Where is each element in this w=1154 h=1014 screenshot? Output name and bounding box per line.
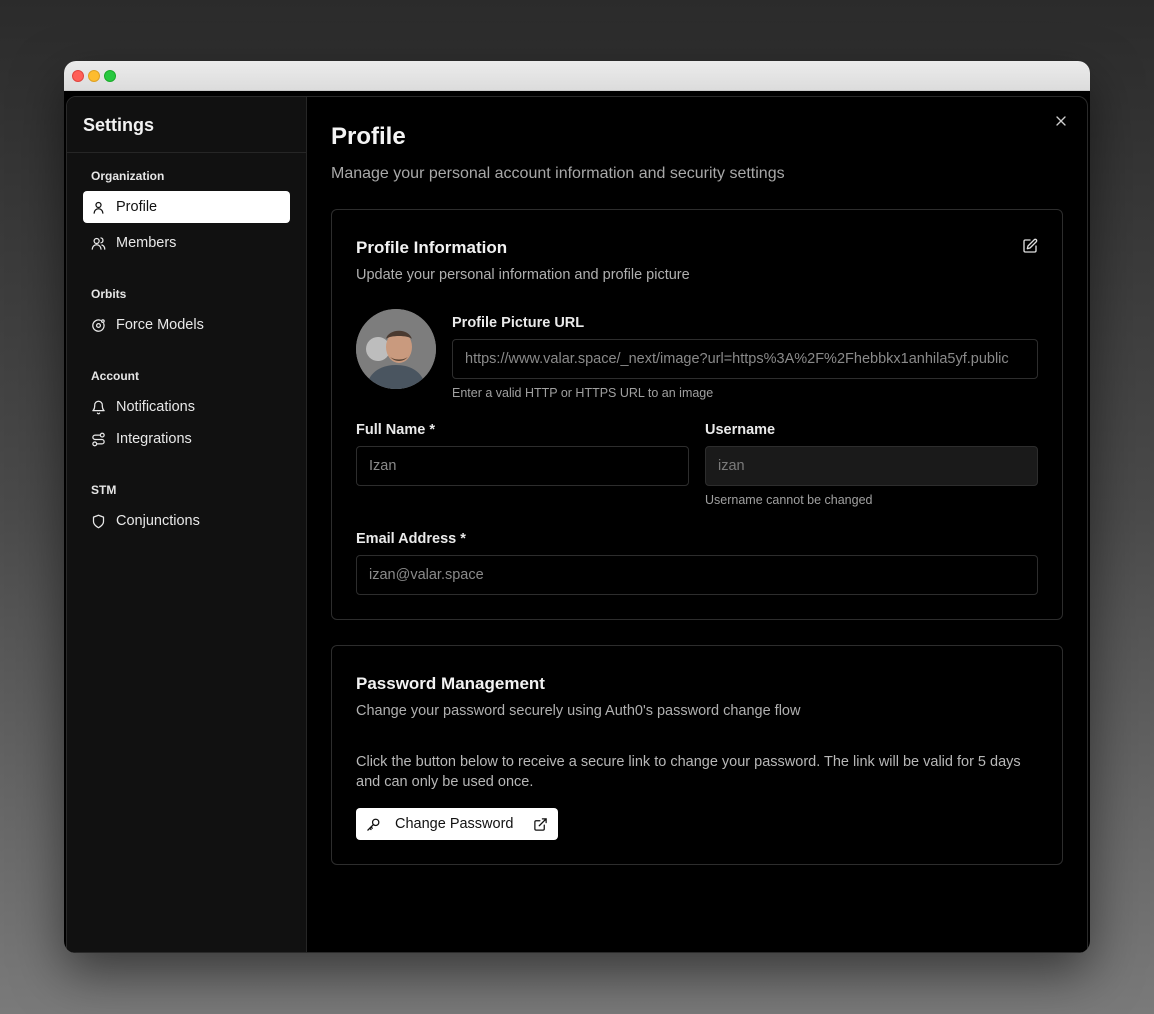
sidebar-title: Settings (83, 115, 155, 135)
close-window-button[interactable] (72, 70, 84, 82)
username-label: Username (705, 422, 776, 438)
sidebar-item-label: Force Models (116, 317, 204, 333)
sidebar-item-label: Conjunctions (116, 513, 200, 529)
sidebar-item-label: Profile (116, 199, 158, 215)
shield-icon (92, 514, 105, 528)
close-icon[interactable] (1053, 113, 1069, 129)
sidebar-header: Settings (67, 97, 306, 153)
card-subtitle: Update your personal information and pro… (356, 267, 690, 283)
profile-information-card: Profile Information Update your personal… (331, 209, 1063, 620)
route-icon (92, 432, 105, 446)
avatar-photo (356, 309, 436, 389)
picture-url-hint: Enter a valid HTTP or HTTPS URL to an im… (452, 386, 714, 400)
card-title: Password Management (356, 674, 545, 693)
sidebar-item-label: Notifications (116, 399, 195, 415)
sidebar-item-members[interactable]: Members (83, 227, 290, 259)
card-subtitle: Change your password securely using Auth… (356, 703, 801, 719)
sidebar-item-conjunctions[interactable]: Conjunctions (83, 505, 290, 537)
group-label-stm: STM (91, 483, 117, 497)
key-icon (367, 818, 380, 831)
full-name-label: Full Name * (356, 422, 435, 438)
sidebar-item-notifications[interactable]: Notifications (83, 391, 290, 423)
sidebar-item-label: Members (116, 235, 177, 251)
nav-group-orbits: Orbits Force Models (67, 277, 306, 341)
sidebar-item-force-models[interactable]: Force Models (83, 309, 290, 341)
users-icon (91, 236, 106, 250)
maximize-window-button[interactable] (104, 70, 116, 82)
sidebar-item-label: Integrations (116, 431, 192, 447)
sidebar-item-profile[interactable]: Profile (83, 191, 290, 223)
app-window: Settings Organization Profile Members Or… (64, 61, 1090, 953)
change-password-label: Change Password (395, 816, 514, 832)
change-password-button[interactable]: Change Password (356, 808, 558, 840)
bell-icon (92, 400, 105, 414)
email-label: Email Address * (356, 531, 466, 547)
email-input[interactable] (356, 555, 1038, 595)
username-group: Username Username cannot be changed (705, 422, 1038, 507)
group-label-orbits: Orbits (91, 287, 127, 301)
group-label-organization: Organization (91, 169, 165, 183)
user-icon (93, 201, 104, 214)
profile-picture-row: Profile Picture URL Enter a valid HTTP o… (356, 309, 1038, 400)
full-name-group: Full Name * (356, 422, 689, 507)
main-content: Profile Manage your personal account inf… (307, 97, 1087, 952)
orbit-icon (92, 318, 105, 332)
username-hint: Username cannot be changed (705, 493, 873, 507)
profile-picture-fields: Profile Picture URL Enter a valid HTTP o… (452, 315, 1038, 400)
page-title: Profile (331, 123, 406, 150)
minimize-window-button[interactable] (88, 70, 100, 82)
name-row: Full Name * Username Username cannot be … (356, 422, 1038, 507)
password-instructions: Click the button below to receive a secu… (356, 754, 1021, 790)
page-subtitle: Manage your personal account information… (331, 165, 785, 182)
external-link-icon (534, 817, 547, 831)
username-input (705, 446, 1038, 486)
card-title: Profile Information (356, 238, 508, 257)
email-group: Email Address * (356, 531, 1038, 595)
window-titlebar (64, 61, 1090, 91)
avatar (356, 309, 436, 389)
nav-group-stm: STM Conjunctions (67, 473, 306, 537)
settings-dialog: Settings Organization Profile Members Or… (66, 96, 1088, 953)
password-management-card: Password Management Change your password… (331, 645, 1063, 865)
full-name-input[interactable] (356, 446, 689, 486)
picture-url-label: Profile Picture URL (452, 315, 585, 331)
group-label-account: Account (91, 369, 139, 383)
sidebar-item-integrations[interactable]: Integrations (83, 423, 290, 455)
nav-group-organization: Organization Profile Members (67, 159, 306, 259)
edit-icon[interactable] (1022, 238, 1038, 254)
settings-sidebar: Settings Organization Profile Members Or… (67, 97, 307, 952)
picture-url-input[interactable] (452, 339, 1038, 379)
nav-group-account: Account Notifications Integrations (67, 359, 306, 455)
